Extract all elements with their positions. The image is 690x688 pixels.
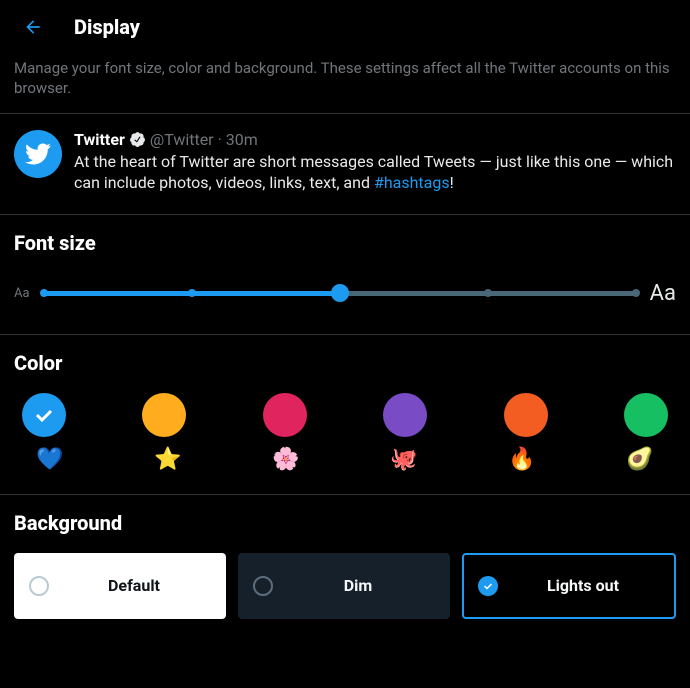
- background-option-dim[interactable]: Dim: [238, 553, 450, 619]
- tweet-handle: @Twitter: [150, 130, 214, 149]
- color-swatch-orange[interactable]: [504, 393, 548, 437]
- slider-step-1[interactable]: [188, 289, 196, 297]
- verified-badge-icon: [129, 130, 146, 149]
- header: Display: [0, 0, 690, 58]
- avatar: [14, 130, 62, 178]
- section-title-color: Color: [0, 339, 690, 383]
- back-button[interactable]: [16, 10, 50, 44]
- color-emoji-row: 💙 ⭐ 🌸 🐙 🔥 🥑: [0, 443, 690, 490]
- slider-step-4[interactable]: [632, 289, 640, 297]
- background-option-default[interactable]: Default: [14, 553, 226, 619]
- section-title-font-size: Font size: [0, 219, 690, 263]
- divider: [0, 113, 690, 114]
- background-option-lights-out[interactable]: Lights out: [462, 553, 676, 619]
- tweet-author-name: Twitter: [74, 130, 125, 149]
- radio-unchecked-icon: [253, 576, 273, 596]
- font-size-large-label: Aa: [650, 281, 676, 306]
- color-emoji-orange: 🔥: [500, 447, 544, 472]
- tweet-time: 30m: [226, 130, 258, 149]
- slider-thumb[interactable]: [331, 284, 349, 302]
- radio-unchecked-icon: [29, 576, 49, 596]
- sample-tweet: Twitter @Twitter · 30m At the heart of T…: [0, 118, 690, 210]
- color-emoji-blue: 💙: [28, 447, 72, 472]
- divider: [0, 494, 690, 495]
- color-swatch-row: [0, 383, 690, 443]
- page-title: Display: [74, 15, 140, 39]
- divider: [0, 334, 690, 335]
- slider-step-0[interactable]: [40, 289, 48, 297]
- color-swatch-green[interactable]: [624, 393, 668, 437]
- arrow-left-icon: [23, 17, 43, 37]
- description-text: Manage your font size, color and backgro…: [0, 58, 690, 109]
- tweet-hashtag[interactable]: #hashtags: [374, 173, 450, 192]
- slider-step-3[interactable]: [484, 289, 492, 297]
- background-label-dim: Dim: [281, 576, 435, 595]
- radio-checked-icon: [478, 576, 498, 596]
- background-label-default: Default: [57, 576, 211, 595]
- color-swatch-pink[interactable]: [263, 393, 307, 437]
- color-emoji-purple: 🐙: [382, 447, 426, 472]
- background-options-row: Default Dim Lights out: [0, 543, 690, 633]
- color-emoji-yellow: ⭐: [146, 447, 190, 472]
- color-emoji-green: 🥑: [618, 447, 662, 472]
- background-label-lights-out: Lights out: [506, 576, 660, 595]
- tweet-dot: ·: [218, 130, 222, 149]
- twitter-bird-icon: [24, 140, 52, 168]
- font-size-slider-row: Aa Aa: [0, 263, 690, 330]
- section-title-background: Background: [0, 499, 690, 543]
- divider: [0, 214, 690, 215]
- color-swatch-purple[interactable]: [383, 393, 427, 437]
- color-swatch-yellow[interactable]: [142, 393, 186, 437]
- tweet-body: Twitter @Twitter · 30m At the heart of T…: [74, 130, 676, 194]
- font-size-small-label: Aa: [14, 286, 30, 301]
- font-size-slider[interactable]: [44, 291, 636, 296]
- color-emoji-pink: 🌸: [264, 447, 308, 472]
- tweet-text-suffix: !: [450, 173, 454, 192]
- tweet-text: At the heart of Twitter are short messag…: [74, 151, 676, 194]
- color-swatch-blue[interactable]: [22, 393, 66, 437]
- check-icon: [482, 580, 494, 592]
- check-icon: [32, 403, 56, 427]
- tweet-header: Twitter @Twitter · 30m: [74, 130, 676, 149]
